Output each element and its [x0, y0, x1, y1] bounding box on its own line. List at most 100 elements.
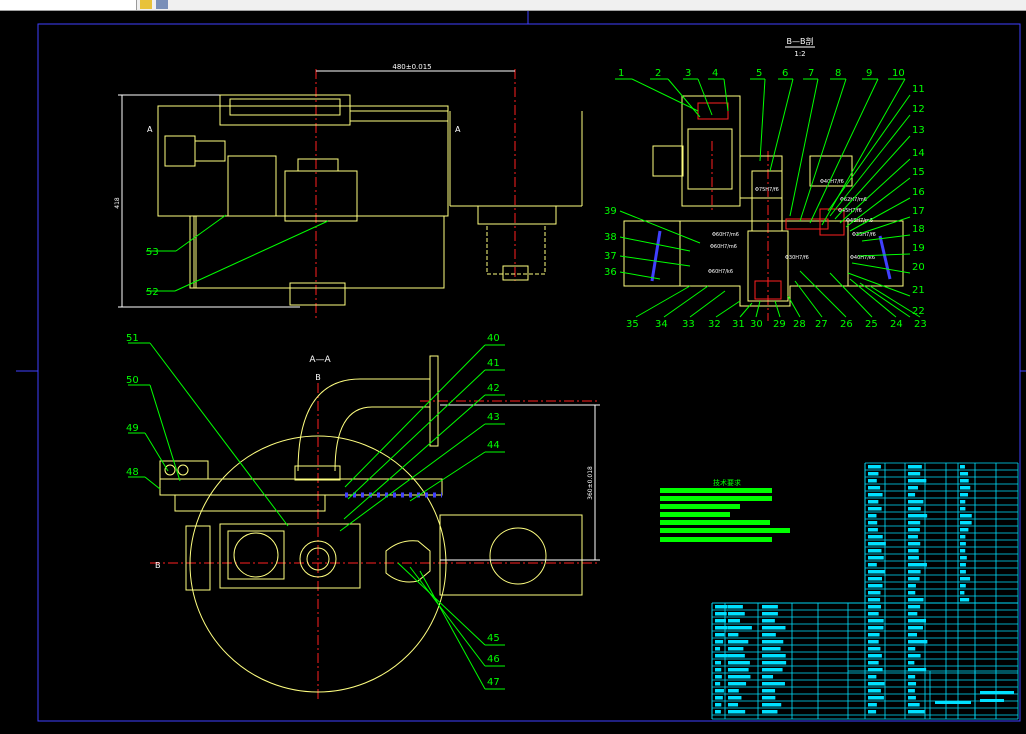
svg-text:29: 29: [773, 319, 786, 330]
technical-notes: 技术要求: [660, 478, 790, 542]
elbow-pipe: [334, 406, 430, 472]
cylinder-block: [164, 135, 196, 167]
balloon-52: 52: [146, 287, 159, 298]
valve-block: [227, 155, 277, 217]
svg-text:32: 32: [708, 319, 721, 330]
foot-block: [289, 282, 346, 306]
gear-box: [284, 170, 358, 222]
workpiece-bore: [489, 527, 547, 585]
gripper-jaw: [385, 540, 431, 583]
leader-line: [175, 214, 227, 252]
section-bb-scale: 1:2: [794, 50, 805, 58]
svg-text:2: 2: [655, 68, 661, 79]
balloon-group-bottom: 35 34 33 32 31 30 29 28 27 26 25 24 23: [626, 319, 927, 330]
svg-text:8: 8: [835, 68, 841, 79]
svg-text:31: 31: [732, 319, 745, 330]
svg-text:15: 15: [912, 167, 925, 178]
svg-text:37: 37: [604, 251, 617, 262]
cylinder-body: [174, 494, 326, 512]
drawing-border: [37, 23, 1021, 722]
section-aa: A—A B B 360±0.018: [150, 355, 600, 701]
svg-text:13: 13: [912, 125, 925, 136]
cylinder-rod: [194, 140, 226, 162]
svg-text:28: 28: [793, 319, 806, 330]
svg-text:5: 5: [756, 68, 762, 79]
svg-text:24: 24: [890, 319, 903, 330]
balloon-51: 51: [126, 333, 139, 344]
clamp-plate: [185, 525, 211, 591]
balloon-49: 49: [126, 423, 139, 434]
balloon-42: 42: [487, 383, 500, 394]
svg-text:35: 35: [626, 319, 639, 330]
svg-text:20: 20: [912, 262, 925, 273]
svg-text:16: 16: [912, 187, 925, 198]
svg-text:22: 22: [912, 306, 925, 317]
balloon-53: 53: [146, 247, 159, 258]
balloon-group-top: 1 2 3 4 5 6 7 8 9 10: [618, 68, 905, 79]
balloon-44: 44: [487, 440, 500, 451]
cutting-label: B: [315, 373, 321, 382]
balloon-40: 40: [487, 333, 500, 344]
svg-text:21: 21: [912, 285, 925, 296]
svg-text:27: 27: [815, 319, 828, 330]
motor-bore: [233, 532, 279, 578]
fitting: [164, 464, 176, 476]
svg-text:23: 23: [914, 319, 927, 330]
balloon-group-right: 11 12 13 14 15 16 17 18 19 20 21 22: [912, 84, 925, 317]
properties-icon[interactable]: [156, 0, 168, 9]
cad-drawing[interactable]: 480±0.015 418 A A A—A B B 360±0.018 53 5…: [0, 11, 1026, 734]
svg-text:Φ60H7/k6: Φ60H7/k6: [708, 269, 733, 275]
balloon-45: 45: [487, 633, 500, 644]
svg-text:12: 12: [912, 104, 925, 115]
balloon-46: 46: [487, 654, 500, 665]
section-aa-title: A—A: [309, 355, 331, 365]
clamp-body: [477, 205, 557, 225]
svg-text:19: 19: [912, 243, 925, 254]
parts-list: [711, 462, 1019, 720]
fitting: [177, 464, 189, 476]
svg-text:39: 39: [604, 206, 617, 217]
svg-text:9: 9: [866, 68, 872, 79]
center-distance-label: 360±0.018: [587, 466, 594, 500]
balloon-43: 43: [487, 412, 500, 423]
svg-text:6: 6: [782, 68, 788, 79]
section-arrow-label: A: [147, 125, 153, 134]
cutting-label: B: [155, 561, 161, 570]
svg-text:Φ60H7/m6: Φ60H7/m6: [710, 244, 737, 250]
svg-text:36: 36: [604, 267, 617, 278]
balloon-48: 48: [126, 467, 139, 478]
base-plate: [193, 215, 445, 289]
fit-annotations: Φ60H7/m6 Φ75H7/f6 Φ40H7/f6 Φ62H7/m6 Φ45H…: [708, 179, 876, 275]
svg-text:1: 1: [618, 68, 624, 79]
balloon-41: 41: [487, 358, 500, 369]
svg-text:Φ60H7/m6: Φ60H7/m6: [712, 232, 739, 238]
section-arrow-label: A: [455, 125, 461, 134]
svg-text:10: 10: [892, 68, 905, 79]
balloon-47: 47: [487, 677, 500, 688]
svg-text:18: 18: [912, 224, 925, 235]
svg-text:Φ40H7/f6: Φ40H7/f6: [820, 179, 844, 185]
svg-text:25: 25: [865, 319, 878, 330]
leaders-bottom: [635, 270, 921, 318]
svg-text:Φ35H7/f6: Φ35H7/f6: [852, 232, 876, 238]
notes-title: 技术要求: [713, 478, 741, 487]
svg-text:17: 17: [912, 206, 925, 217]
svg-text:Φ30H7/f6: Φ30H7/f6: [785, 255, 809, 261]
gear-cap: [297, 158, 339, 172]
front-dimension-label: 480±0.015: [392, 63, 431, 71]
balloon-group-side: 39 38 37 36: [604, 206, 617, 278]
motor-slot: [229, 98, 341, 116]
front-view: 480±0.015 418 A A: [114, 63, 583, 321]
toolbar-field[interactable]: [0, 0, 137, 10]
carriage-block: [219, 523, 361, 589]
svg-text:38: 38: [604, 232, 617, 243]
layer-icon[interactable]: [140, 0, 152, 9]
svg-text:3: 3: [685, 68, 691, 79]
svg-text:33: 33: [682, 319, 695, 330]
svg-text:30: 30: [750, 319, 763, 330]
balloon-50: 50: [126, 375, 139, 386]
motor-flange: [227, 530, 285, 580]
leader-line: [174, 220, 329, 292]
base-edge: [189, 215, 197, 289]
svg-text:11: 11: [912, 84, 925, 95]
